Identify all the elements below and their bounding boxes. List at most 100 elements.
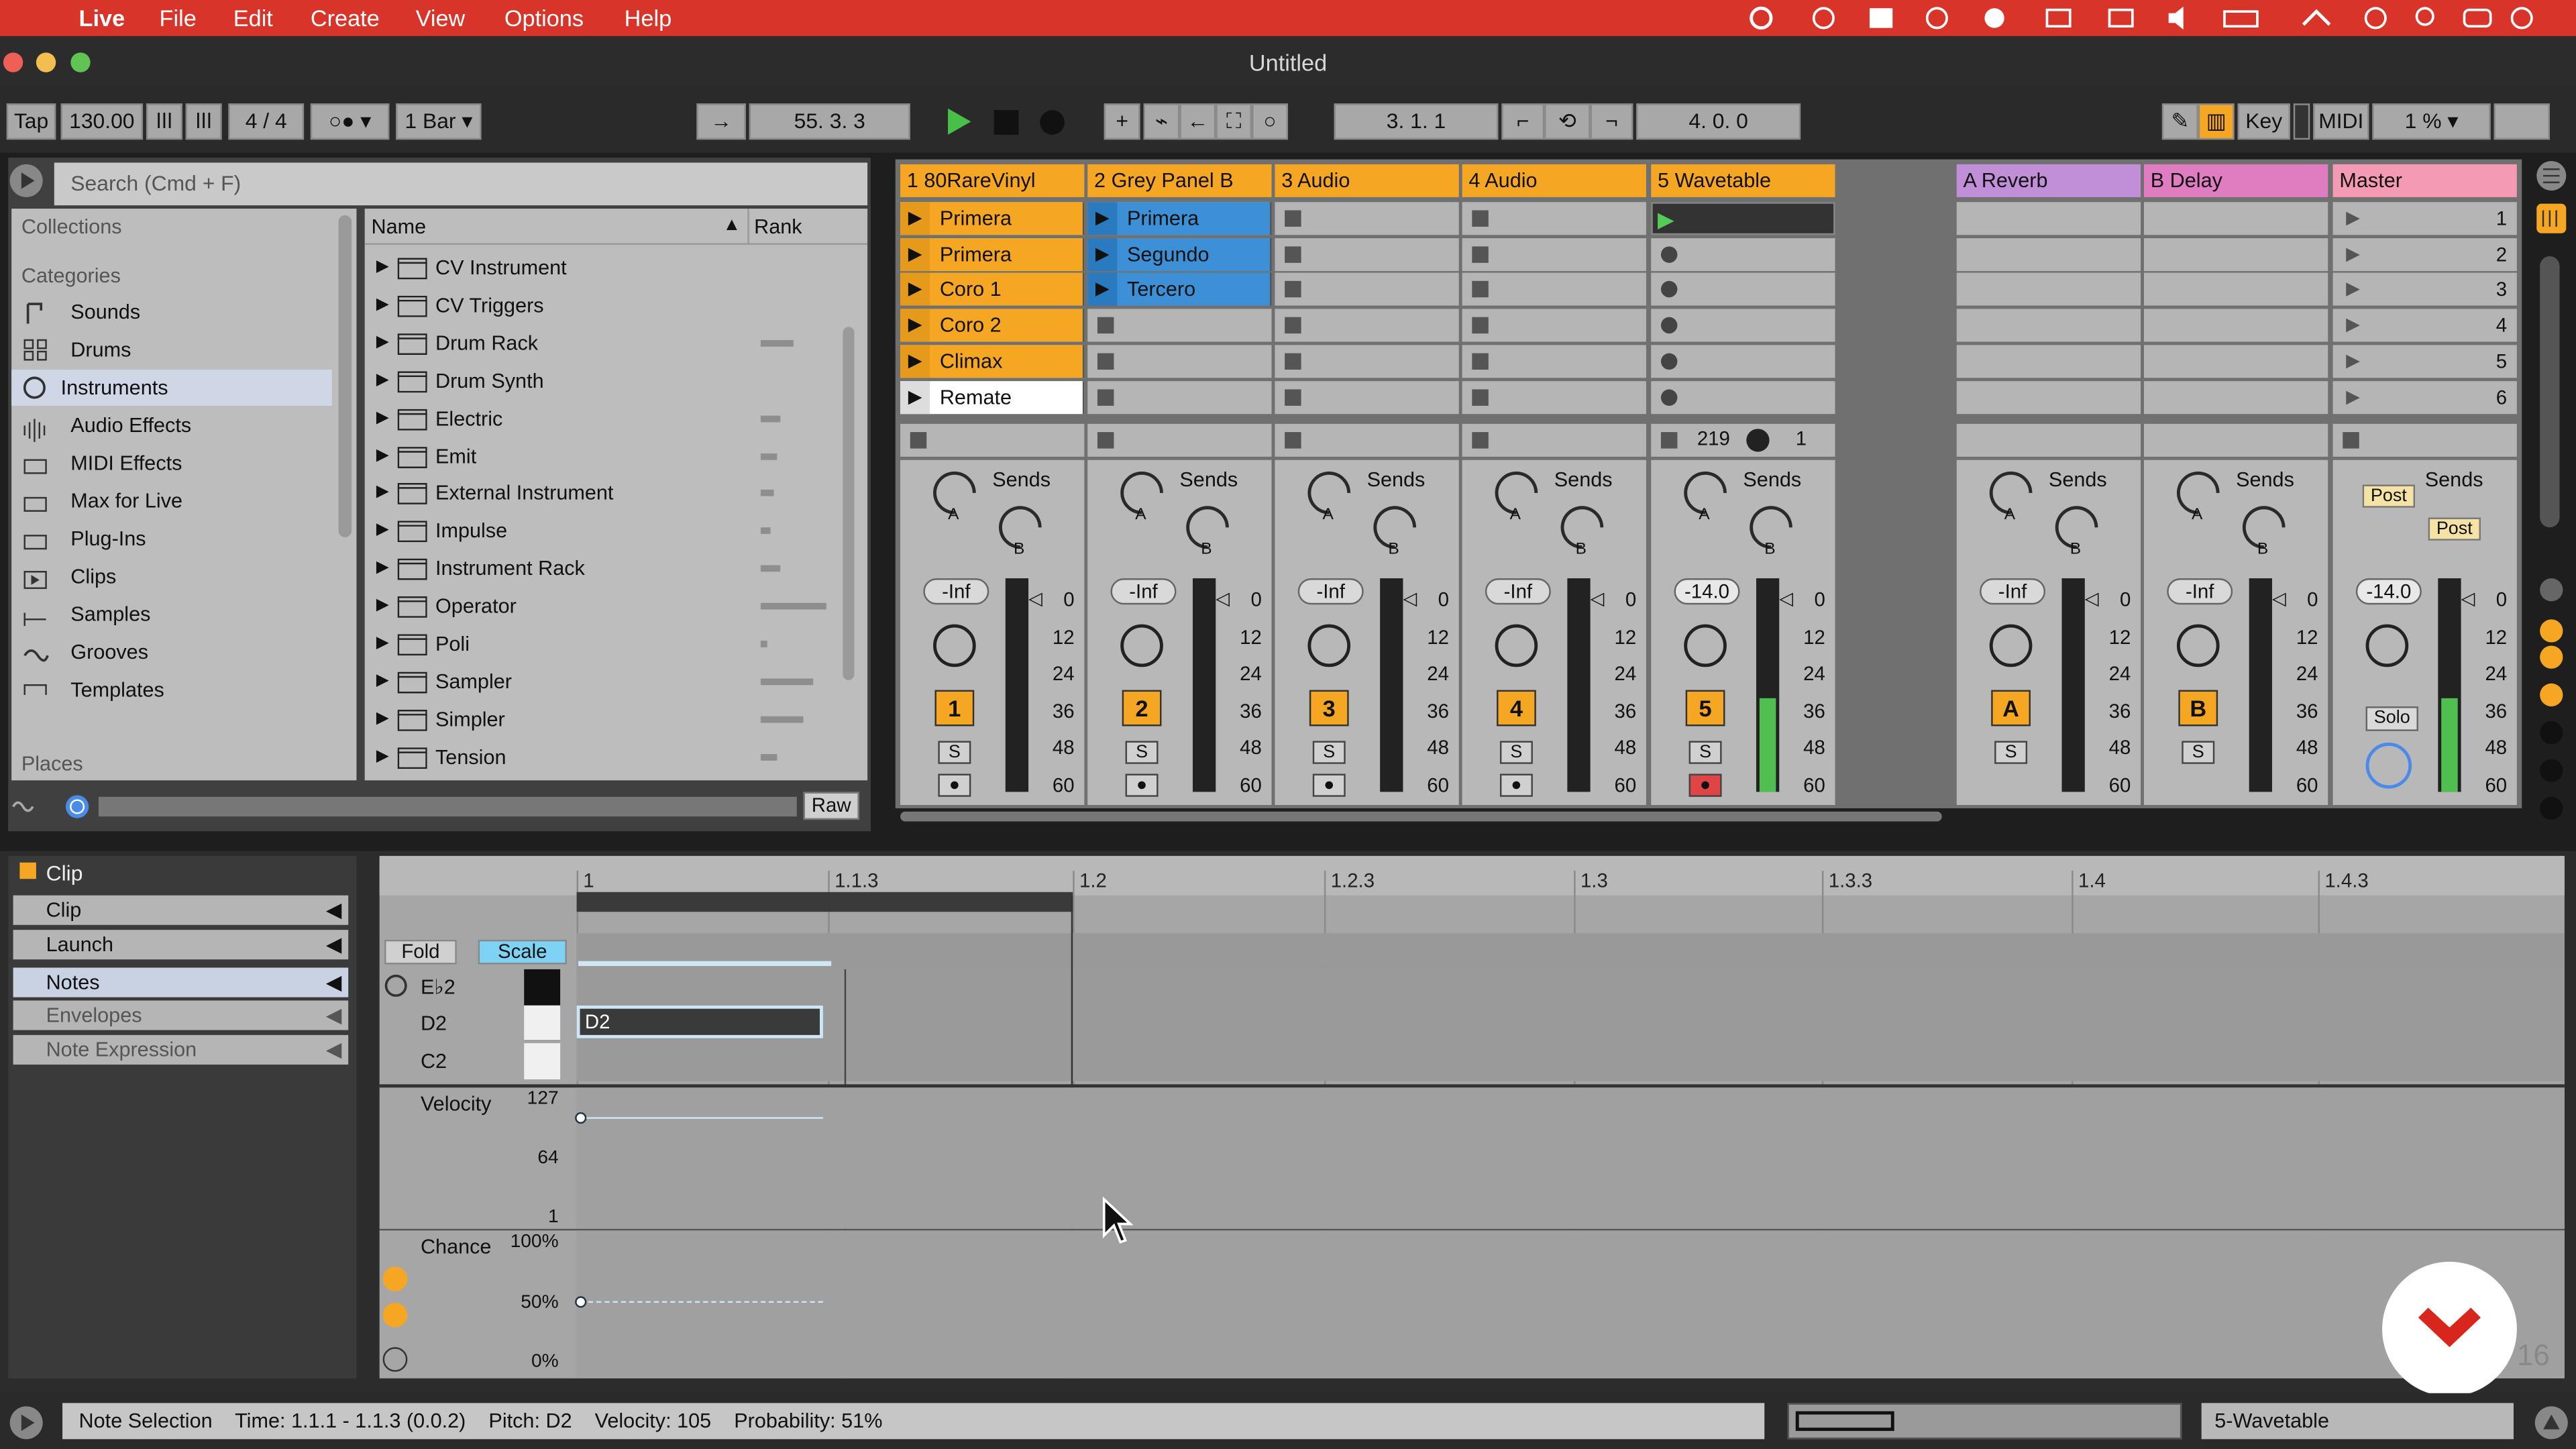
tab-note-expression[interactable]: Note Expression ◀: [13, 1034, 349, 1065]
menu-help[interactable]: Help: [625, 5, 672, 31]
nudge-down-button[interactable]: ǀǀǀ: [146, 103, 182, 140]
piano-key-black[interactable]: [524, 969, 561, 1006]
automation-arm-button[interactable]: ⌁: [1143, 103, 1180, 140]
tab-envelopes[interactable]: Envelopes ◀: [13, 1000, 349, 1030]
loop-brace[interactable]: [576, 892, 1073, 912]
close-window-button[interactable]: [3, 52, 23, 72]
track-header[interactable]: B Delay: [2143, 164, 2328, 197]
clip-stop-icon[interactable]: [1097, 388, 1114, 405]
clip-slot[interactable]: [1956, 273, 2141, 307]
clip-slot[interactable]: [1275, 380, 1459, 413]
expand-arrow-icon[interactable]: ▶: [376, 400, 389, 437]
arm-button[interactable]: ●: [1688, 773, 1722, 797]
clip-slot[interactable]: [1651, 309, 1835, 342]
tab-notes[interactable]: Notes ◀: [13, 967, 349, 998]
menu-create[interactable]: Create: [311, 5, 380, 31]
scene-launch-icon[interactable]: ▶: [2346, 350, 2360, 371]
stop-all-icon[interactable]: [1097, 432, 1114, 449]
tempo-field[interactable]: 130.00: [60, 103, 144, 140]
session-scrollbar[interactable]: [900, 811, 1942, 822]
clip-stop-icon[interactable]: [1285, 281, 1301, 299]
expand-arrow-icon[interactable]: ▶: [376, 438, 389, 474]
clip-slot[interactable]: [2143, 309, 2328, 342]
clip-stop-icon[interactable]: [1097, 317, 1114, 334]
expand-arrow-icon[interactable]: ▶: [376, 250, 389, 286]
volume-field[interactable]: -Inf: [2167, 578, 2233, 605]
clip-stop-icon[interactable]: [1285, 210, 1301, 227]
follow-button[interactable]: →: [696, 103, 746, 140]
overdub-button[interactable]: +: [1104, 103, 1140, 140]
clip-stop-icon[interactable]: [1472, 353, 1489, 370]
volume-field[interactable]: -14.0: [2355, 578, 2422, 605]
velocity-bar[interactable]: [580, 1117, 823, 1119]
pan-knob[interactable]: [2365, 624, 2409, 667]
scene-launch-icon[interactable]: ▶: [2346, 243, 2360, 264]
column-name-header[interactable]: Name: [371, 215, 426, 238]
midi-map-button[interactable]: MIDI: [2313, 103, 2369, 140]
track-activator-button[interactable]: A: [1991, 690, 2031, 727]
pan-knob[interactable]: [1989, 624, 2033, 667]
clip-slot[interactable]: [1462, 237, 1646, 271]
record-slot-icon[interactable]: [1660, 317, 1678, 334]
clip-launch-icon[interactable]: ▶: [1087, 273, 1118, 307]
fold-button[interactable]: Fold: [384, 939, 457, 965]
clip-slot[interactable]: [1275, 237, 1459, 271]
clip-slot[interactable]: [1275, 202, 1459, 235]
clip-launch-icon[interactable]: ▶: [900, 380, 930, 413]
browser-search-input[interactable]: Search (Cmd + F): [54, 162, 868, 206]
chance-handle[interactable]: [575, 1296, 587, 1308]
expand-arrow-icon[interactable]: ▶: [376, 362, 389, 398]
volume-field[interactable]: -14.0: [1674, 578, 1740, 605]
scene-launch-icon[interactable]: ▶: [2346, 278, 2360, 299]
metronome-button[interactable]: ○● ▾: [310, 103, 390, 140]
clip-slot[interactable]: [1651, 273, 1835, 307]
clip-slot[interactable]: [2143, 380, 2328, 413]
clip-slot[interactable]: [1087, 309, 1272, 342]
lane-fold-icon[interactable]: [382, 1267, 408, 1291]
track-activator-button[interactable]: 3: [1309, 690, 1349, 727]
play-icon[interactable]: [947, 108, 973, 135]
clip-launch-icon[interactable]: ▶: [1087, 237, 1118, 271]
selected-track-indicator[interactable]: 5-Wavetable: [2201, 1403, 2514, 1440]
expand-arrow-icon[interactable]: ▶: [376, 287, 389, 323]
arm-button[interactable]: ●: [938, 773, 971, 797]
loop-length-field[interactable]: 4. 0. 0: [1636, 103, 1801, 140]
clip-launch-icon[interactable]: ▶: [900, 202, 930, 235]
expand-arrow-icon[interactable]: ▶: [376, 476, 389, 512]
track-header[interactable]: 3 Audio: [1275, 164, 1459, 197]
clip-slot[interactable]: [2143, 273, 2328, 307]
clip-stop-icon[interactable]: [1285, 388, 1301, 405]
clip-stop-icon[interactable]: [1097, 353, 1114, 370]
device-knob-icon[interactable]: [1746, 429, 1770, 452]
clip-slot[interactable]: [2143, 344, 2328, 378]
pan-knob[interactable]: [1495, 624, 1538, 667]
volume-field[interactable]: -Inf: [1980, 578, 2046, 605]
clip-stop-icon[interactable]: [1472, 317, 1489, 334]
zoom-window-button[interactable]: [70, 52, 91, 72]
detail-view-toggle-icon[interactable]: [8, 1405, 44, 1441]
device-view-toggle-icon[interactable]: [2533, 1405, 2569, 1441]
volume-field[interactable]: -Inf: [1485, 578, 1551, 605]
clip-launch-icon[interactable]: ▶: [1087, 202, 1118, 235]
scale-button[interactable]: Scale: [478, 939, 567, 965]
raw-button[interactable]: Raw: [803, 792, 859, 820]
clip-stop-icon[interactable]: [1285, 353, 1301, 370]
solo-button[interactable]: S: [1125, 741, 1159, 764]
solo-button[interactable]: Solo: [2365, 706, 2418, 731]
computer-midi-keyboard-button[interactable]: ▥: [2198, 103, 2235, 140]
menu-file[interactable]: File: [160, 5, 197, 31]
clip-slot[interactable]: [1462, 344, 1646, 378]
category-instruments[interactable]: Instruments: [11, 370, 332, 406]
clip-slot[interactable]: [2143, 237, 2328, 271]
draw-mode-button[interactable]: ✎: [2161, 103, 2198, 140]
punch-in-button[interactable]: ⌐: [1501, 103, 1545, 140]
scene-launch-icon[interactable]: ▶: [2346, 385, 2360, 407]
stop-all-icon[interactable]: [1472, 432, 1489, 449]
chance-bar[interactable]: [580, 1301, 823, 1303]
expand-arrow-icon[interactable]: ▶: [376, 588, 389, 625]
clip-launch-icon[interactable]: ▶: [900, 309, 930, 342]
solo-button[interactable]: S: [1312, 741, 1346, 764]
clip-stop-icon[interactable]: [1472, 388, 1489, 405]
solo-button[interactable]: S: [1499, 741, 1533, 764]
collections-heading[interactable]: Collections: [21, 215, 122, 238]
